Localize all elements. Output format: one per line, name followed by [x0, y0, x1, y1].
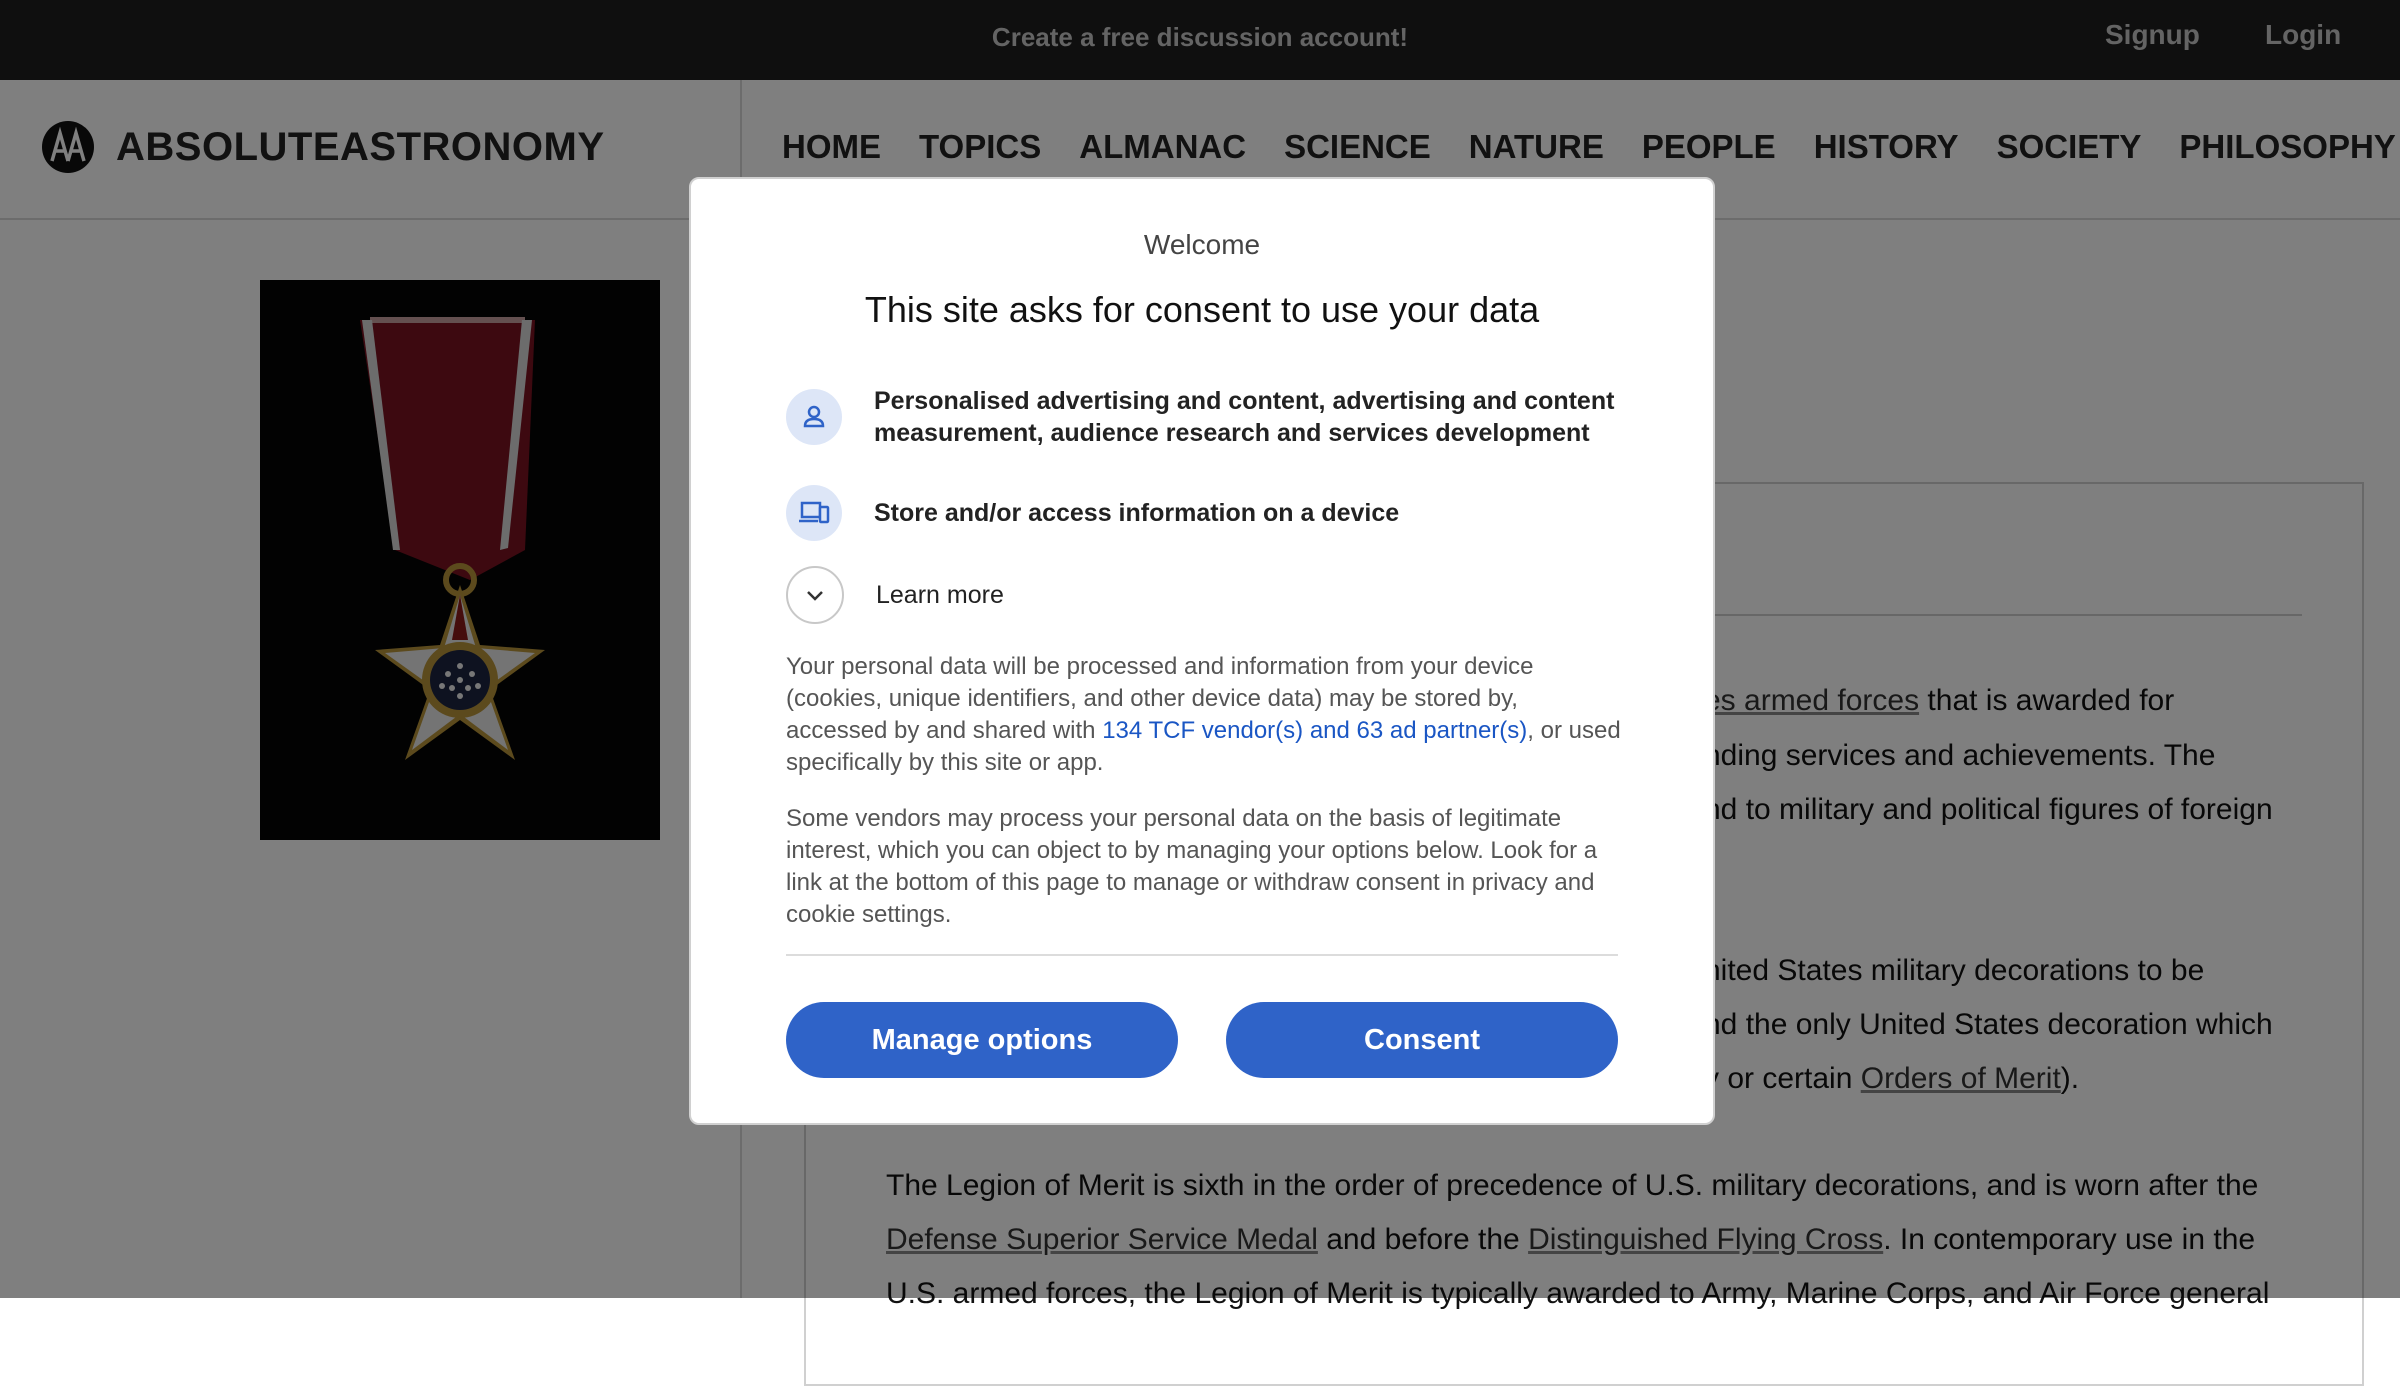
consent-dialog: Welcome This site asks for consent to us… — [689, 177, 1715, 1125]
dialog-welcome: Welcome — [1143, 229, 1261, 260]
purpose-text: Store and/or access information on a dev… — [874, 499, 1400, 527]
consent-paragraph-2: Some vendors may process your personal d… — [786, 805, 1598, 928]
purpose-text: Personalised advertising and content, ad… — [874, 387, 1615, 447]
learn-more-toggle[interactable]: Learn more — [786, 566, 1636, 624]
dialog-title: This site asks for consent to use your d… — [864, 289, 1540, 330]
consent-paragraph-1: Your personal data will be processed and… — [786, 653, 1621, 776]
person-icon — [786, 389, 842, 445]
chevron-down-icon[interactable] — [786, 566, 844, 624]
learn-more-label[interactable]: Learn more — [876, 579, 1636, 611]
devices-icon — [786, 485, 842, 541]
consent-button[interactable]: Consent — [1226, 1002, 1618, 1078]
vendors-link[interactable]: 134 TCF vendor(s) and 63 ad partner(s) — [1102, 717, 1527, 744]
manage-options-button[interactable]: Manage options — [786, 1002, 1178, 1078]
dialog-separator — [786, 954, 1618, 956]
purpose-personalised-ads: Personalised advertising and content, ad… — [786, 385, 1634, 449]
purpose-store-access: Store and/or access information on a dev… — [786, 485, 1634, 541]
